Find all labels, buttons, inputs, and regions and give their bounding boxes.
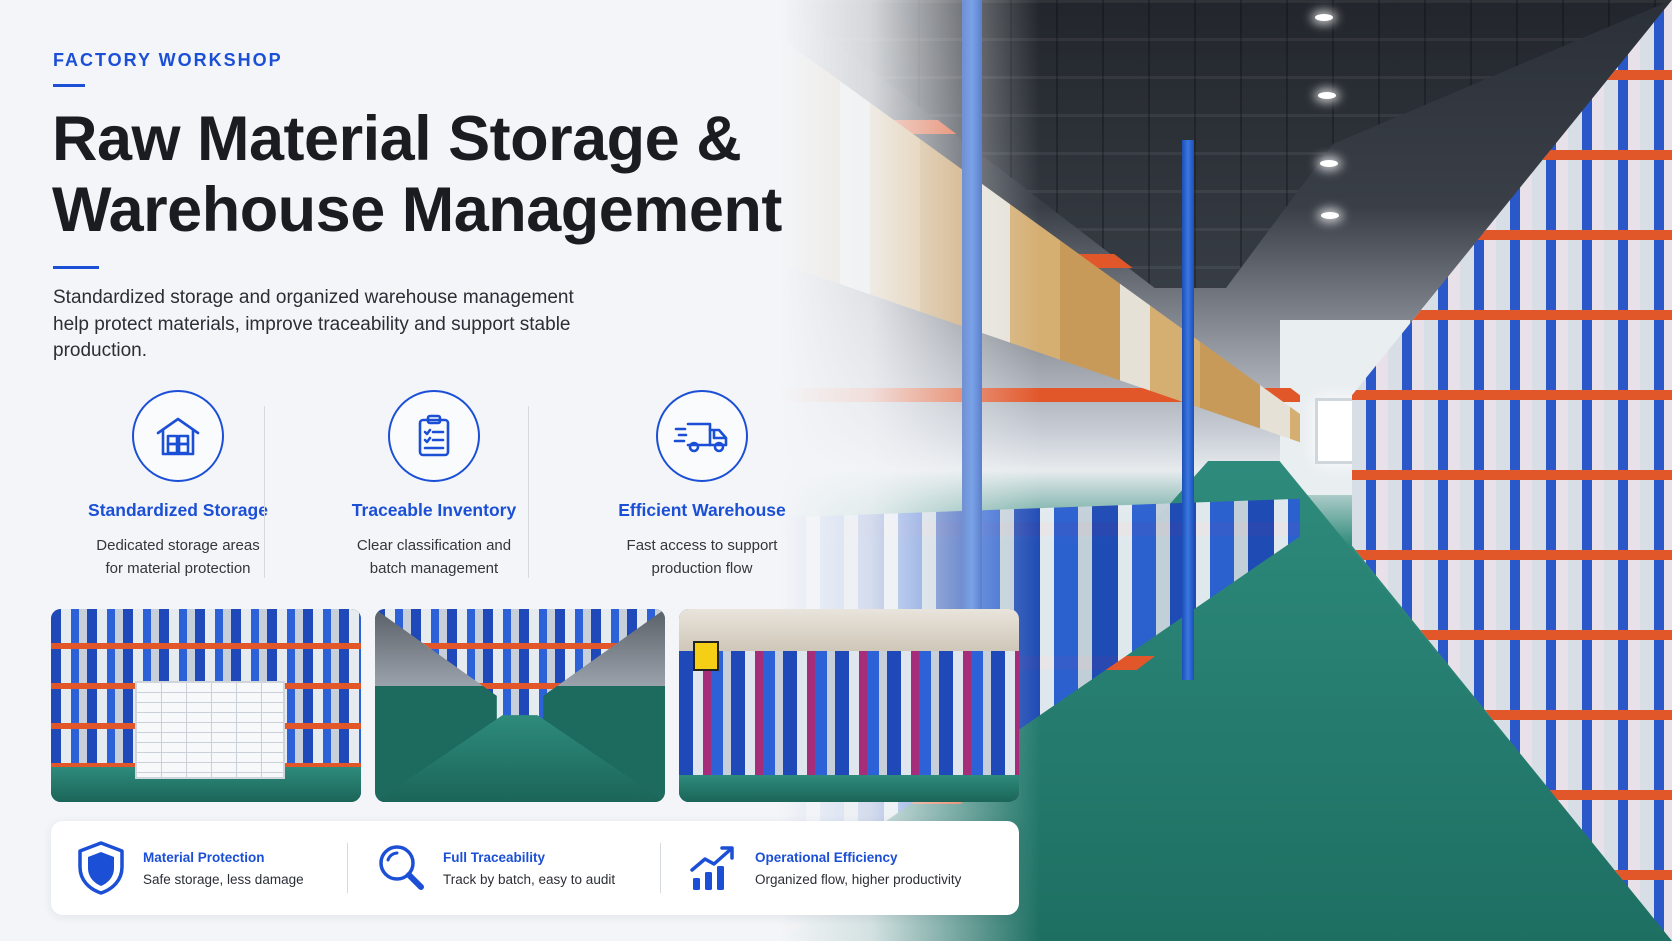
benefit-operational-efficiency: Operational Efficiency Organized flow, h… xyxy=(685,821,961,915)
benefit-text: Track by batch, easy to audit xyxy=(443,871,616,887)
ceiling-light xyxy=(1315,14,1333,21)
ceiling-light xyxy=(1321,212,1339,219)
feature-description-line: for material protection xyxy=(105,560,251,577)
eyebrow-label: FACTORY WORKSHOP xyxy=(53,50,283,70)
page-description: Standardized storage and organized wareh… xyxy=(53,287,574,361)
benefit-title: Full Traceability xyxy=(443,849,546,865)
growth-chart-icon xyxy=(690,846,734,890)
feature-divider xyxy=(528,406,529,578)
feature-description-line: Fast access to support xyxy=(626,537,778,554)
benefit-text: Organized flow, higher productivity xyxy=(755,871,962,887)
page-title: Raw Material Storage & Warehouse Managem… xyxy=(52,104,812,246)
rack-post xyxy=(1182,140,1194,680)
feature-title: Standardized Storage xyxy=(88,500,268,520)
feature-standardized-storage: Standardized Storage Dedicated storage a… xyxy=(78,390,278,580)
feature-traceable-inventory: Traceable Inventory Clear classification… xyxy=(334,390,534,580)
benefit-divider xyxy=(660,843,661,893)
photo-floor xyxy=(679,774,1019,802)
feature-divider xyxy=(264,406,265,578)
ceiling-light xyxy=(1320,160,1338,167)
feature-title: Efficient Warehouse xyxy=(618,500,786,520)
benefits-strip: Material Protection Safe storage, less d… xyxy=(51,821,1019,915)
feature-icon-circle xyxy=(388,390,480,482)
delivery-truck-icon xyxy=(673,422,728,453)
shield-icon xyxy=(78,841,124,895)
photo-ceiling xyxy=(679,609,1019,652)
title-line-1: Raw Material Storage & xyxy=(52,104,742,174)
material-rolls-photo xyxy=(679,609,1019,802)
warehouse-icon xyxy=(156,417,200,456)
feature-description: Clear classification and batch managemen… xyxy=(334,534,534,580)
warehouse-aisle-photo xyxy=(375,609,665,802)
warning-sign xyxy=(693,641,719,671)
feature-description: Dedicated storage areas for material pro… xyxy=(78,534,278,580)
benefit-text: Safe storage, less damage xyxy=(143,871,304,887)
magnifier-icon xyxy=(379,845,424,890)
benefit-title: Operational Efficiency xyxy=(755,849,898,865)
eyebrow-underline xyxy=(53,84,85,87)
feature-description-line: Dedicated storage areas xyxy=(96,537,260,554)
feature-row: Standardized Storage Dedicated storage a… xyxy=(40,390,786,580)
warehouse-board-photo xyxy=(51,609,361,802)
ceiling-light xyxy=(1318,92,1336,99)
title-underline xyxy=(53,266,99,269)
feature-description-line: production flow xyxy=(651,560,753,577)
feature-icon-circle xyxy=(132,390,224,482)
inventory-board xyxy=(135,681,285,779)
feature-efficient-warehouse: Efficient Warehouse Fast access to suppo… xyxy=(602,390,802,580)
feature-description-line: Clear classification and xyxy=(356,537,512,554)
benefit-divider xyxy=(347,843,348,893)
clipboard-icon xyxy=(418,414,450,457)
feature-title: Traceable Inventory xyxy=(351,500,517,520)
feature-description-line: batch management xyxy=(369,560,499,577)
title-line-2: Warehouse Management xyxy=(52,175,782,245)
benefit-material-protection: Material Protection Safe storage, less d… xyxy=(73,821,304,915)
benefit-title: Material Protection xyxy=(143,849,265,865)
photo-floor xyxy=(375,715,665,802)
feature-icon-circle xyxy=(656,390,748,482)
benefit-full-traceability: Full Traceability Track by batch, easy t… xyxy=(373,821,615,915)
feature-description: Fast access to support production flow xyxy=(602,534,802,580)
